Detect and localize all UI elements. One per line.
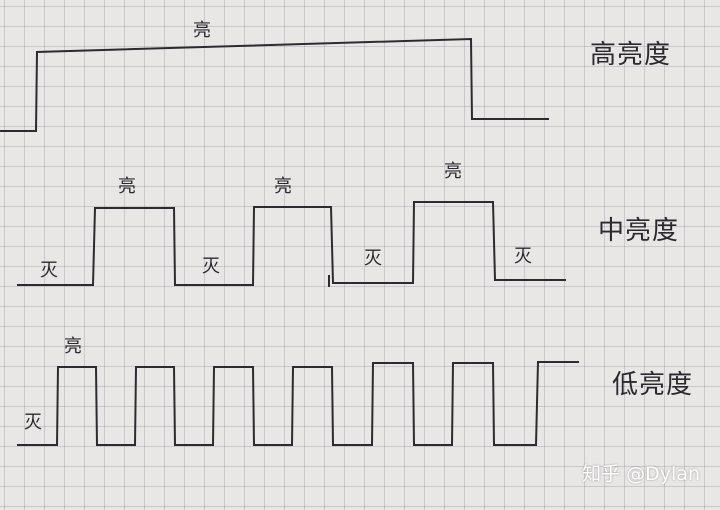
row-title-low: 低亮度 bbox=[612, 370, 694, 400]
graph-paper-sheet: 亮 高亮度 亮 亮 亮 灭 灭 灭 灭 中亮度 亮 灭 低亮度 知乎 @Dyla… bbox=[0, 0, 720, 510]
on-label-medium-3: 亮 bbox=[444, 161, 462, 182]
waveform-drawing bbox=[0, 37, 579, 446]
row-title-medium: 中亮度 bbox=[598, 216, 680, 246]
on-label-low: 亮 bbox=[64, 336, 82, 357]
off-label-medium-1: 灭 bbox=[40, 260, 58, 281]
on-label-medium-1: 亮 bbox=[118, 176, 136, 197]
on-label-high: 亮 bbox=[193, 20, 211, 41]
watermark: 知乎 @Dylan bbox=[582, 463, 700, 485]
off-label-medium-4: 灭 bbox=[514, 246, 532, 267]
high-brightness-waveform bbox=[0, 37, 549, 132]
off-label-low: 灭 bbox=[24, 412, 42, 433]
low-brightness-waveform bbox=[17, 361, 579, 446]
medium-brightness-waveform bbox=[17, 201, 566, 286]
off-label-medium-2: 灭 bbox=[202, 256, 220, 277]
row-title-high: 高亮度 bbox=[590, 40, 672, 70]
on-label-medium-2: 亮 bbox=[274, 176, 292, 197]
off-label-medium-3: 灭 bbox=[364, 248, 382, 269]
